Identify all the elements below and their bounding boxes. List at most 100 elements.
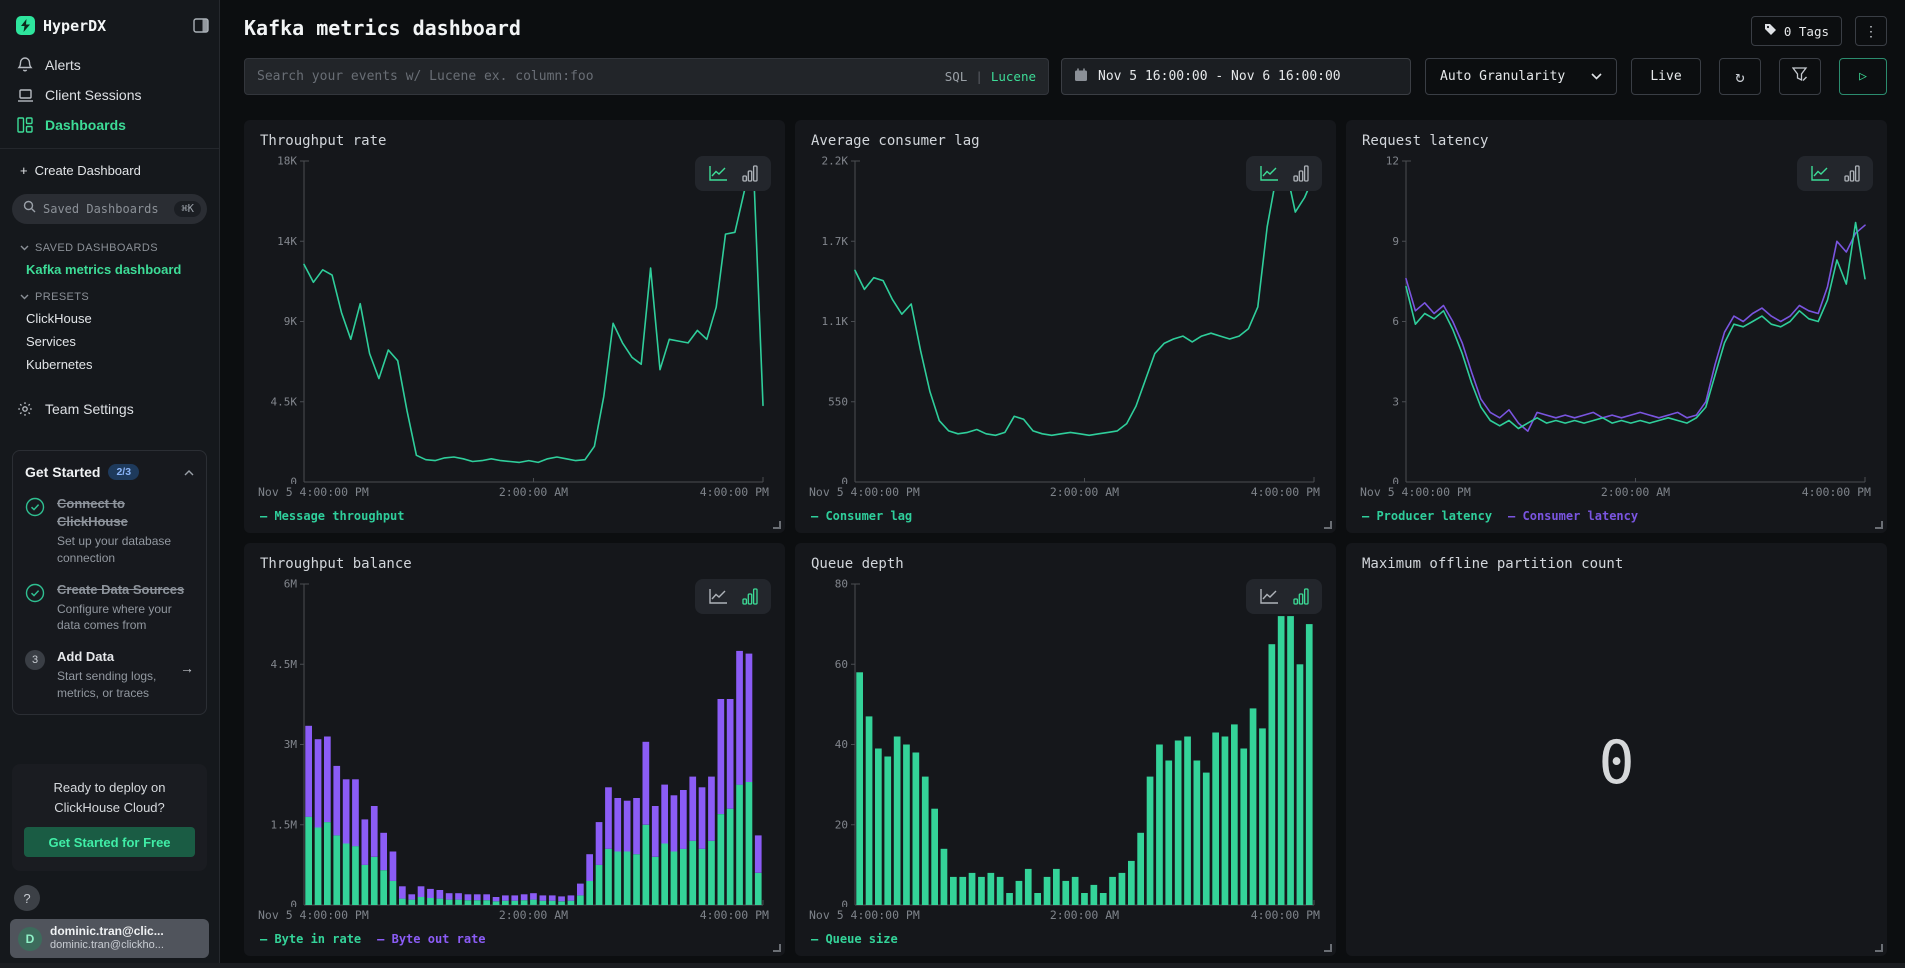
chart-legend: — Consumer lag (809, 502, 1322, 529)
x-tick-label: 2:00:00 AM (1050, 485, 1119, 499)
live-button[interactable]: Live (1631, 58, 1701, 95)
line-chart-icon[interactable] (708, 588, 728, 605)
create-dashboard-button[interactable]: + Create Dashboard (0, 149, 219, 184)
sidebar-item-client-sessions[interactable]: Client Sessions (0, 80, 219, 110)
get-started-free-button[interactable]: Get Started for Free (24, 827, 195, 857)
granularity-select[interactable]: Auto Granularity (1425, 58, 1617, 95)
step-connect-clickhouse[interactable]: Connect to ClickHouse Set up your databa… (25, 495, 194, 567)
event-search-bar[interactable]: SQL | Lucene (244, 58, 1049, 95)
chart-type-toggle (695, 579, 771, 614)
chart-card-average-consumer-lag: Average consumer lag 05501.1K1.7K2.2K No… (795, 120, 1336, 533)
presets-section[interactable]: PRESETS (0, 281, 219, 307)
svg-text:1.5M: 1.5M (271, 818, 298, 831)
bar-chart-icon[interactable] (1844, 165, 1860, 182)
resize-handle[interactable] (773, 944, 781, 952)
saved-dashboards-search-input[interactable] (43, 202, 167, 216)
line-chart-icon[interactable] (1259, 588, 1279, 605)
filter-button[interactable] (1779, 58, 1821, 95)
sidebar-collapse-icon[interactable] (193, 18, 209, 38)
svg-text:0: 0 (841, 476, 848, 485)
event-search-input[interactable] (257, 69, 935, 84)
legend-item[interactable]: — Byte in rate (260, 932, 361, 946)
deploy-text: Ready to deploy on ClickHouse Cloud? (24, 778, 195, 817)
x-tick-label: 2:00:00 AM (499, 908, 568, 922)
line-chart-icon[interactable] (708, 165, 728, 182)
svg-text:1.7K: 1.7K (822, 235, 849, 248)
legend-item[interactable]: — Consumer latency (1508, 509, 1638, 523)
run-query-button[interactable]: ▷ (1839, 58, 1887, 95)
legend-item[interactable]: — Consumer lag (811, 509, 912, 523)
date-range-picker[interactable]: Nov 5 16:00:00 - Nov 6 16:00:00 (1061, 58, 1411, 95)
chart-type-toggle (1246, 579, 1322, 614)
get-started-title: Get Started (25, 464, 100, 480)
bar-chart-icon[interactable] (742, 588, 758, 605)
bar-chart-icon[interactable] (742, 165, 758, 182)
main-content: Kafka metrics dashboard 0 Tags ⋮ SQL | L… (221, 0, 1905, 968)
check-circle-icon (25, 495, 47, 567)
sidebar-item-team-settings[interactable]: Team Settings (0, 394, 219, 424)
tags-button[interactable]: 0 Tags (1751, 16, 1842, 46)
resize-handle[interactable] (1875, 521, 1883, 529)
chart-title: Average consumer lag (811, 133, 1322, 149)
bar-chart-icon[interactable] (1293, 588, 1309, 605)
chevron-up-icon[interactable] (184, 463, 194, 481)
legend-item[interactable]: — Message throughput (260, 509, 405, 523)
user-email: dominic.tran@clickho... (50, 939, 164, 953)
line-chart-icon[interactable] (1810, 165, 1830, 182)
svg-text:550: 550 (828, 395, 848, 408)
sidebar-item-clickhouse[interactable]: ClickHouse (0, 307, 219, 330)
sidebar-item-label: Client Sessions (45, 87, 142, 103)
chart-title: Queue depth (811, 556, 1322, 572)
sidebar-item-dashboards[interactable]: Dashboards (0, 110, 219, 140)
chart-title: Request latency (1362, 133, 1873, 149)
svg-text:9K: 9K (284, 315, 298, 328)
bar-chart-icon[interactable] (1293, 165, 1309, 182)
line-chart-icon[interactable] (1259, 165, 1279, 182)
sql-toggle[interactable]: SQL (945, 69, 968, 84)
saved-dashboards-search[interactable]: ⌘K (12, 194, 207, 224)
arrow-right-icon: → (180, 648, 194, 702)
gear-icon (16, 401, 34, 417)
user-name: dominic.tran@clic... (50, 924, 164, 939)
svg-text:9: 9 (1392, 235, 1399, 248)
lucene-toggle[interactable]: Lucene (991, 69, 1036, 84)
plus-icon: + (20, 163, 28, 178)
x-tick-label: 4:00:00 PM (1251, 908, 1320, 922)
x-tick-label: Nov 5 4:00:00 PM (258, 908, 369, 922)
svg-text:60: 60 (835, 658, 848, 671)
resize-handle[interactable] (773, 521, 781, 529)
refresh-button[interactable]: ↻ (1719, 58, 1761, 95)
step-title: Connect to ClickHouse (57, 496, 128, 529)
resize-handle[interactable] (1875, 944, 1883, 952)
resize-handle[interactable] (1324, 521, 1332, 529)
big-number-value: 0 (1598, 728, 1634, 798)
chart-legend: — Queue size (809, 925, 1322, 952)
step-add-data[interactable]: 3 Add Data Start sending logs, metrics, … (25, 648, 194, 702)
saved-dashboards-section[interactable]: SAVED DASHBOARDS (0, 232, 219, 258)
chart-legend: — Byte in rate — Byte out rate (258, 925, 771, 952)
overflow-menu-button[interactable]: ⋮ (1855, 16, 1887, 46)
chart-type-toggle (1246, 156, 1322, 191)
help-button[interactable]: ? (14, 885, 40, 911)
sidebar-item-kubernetes[interactable]: Kubernetes (0, 353, 219, 376)
step-create-data-sources[interactable]: Create Data Sources Configure where your… (25, 581, 194, 635)
svg-text:2.2K: 2.2K (822, 155, 849, 168)
legend-item[interactable]: — Queue size (811, 932, 898, 946)
chart-card-queue-depth: Queue depth 020406080 Nov 5 4:00:00 PM 2… (795, 543, 1336, 956)
sidebar-item-services[interactable]: Services (0, 330, 219, 353)
sidebar-item-alerts[interactable]: Alerts (0, 49, 219, 80)
chart-plot: 01.5M3M4.5M6M (258, 574, 771, 907)
chart-plot: 04.5K9K14K18K (258, 151, 771, 484)
user-menu[interactable]: D dominic.tran@clic... dominic.tran@clic… (10, 919, 209, 958)
dashboard-grid: Throughput rate 04.5K9K14K18K Nov 5 4:00… (244, 120, 1887, 956)
legend-item[interactable]: — Producer latency (1362, 509, 1492, 523)
legend-item[interactable]: — Byte out rate (377, 932, 485, 946)
dashboards-icon (16, 117, 34, 133)
resize-handle[interactable] (1324, 944, 1332, 952)
sidebar: HyperDX Alerts Client Sessions Dashboard… (0, 0, 220, 968)
chevron-down-icon (20, 291, 29, 303)
sidebar-item-kafka-dashboard[interactable]: Kafka metrics dashboard (0, 258, 219, 281)
svg-text:3: 3 (1392, 395, 1399, 408)
step-desc: Set up your database connection (57, 533, 194, 567)
chart-card-max-offline-partition-count: Maximum offline partition count 0 (1346, 543, 1887, 956)
